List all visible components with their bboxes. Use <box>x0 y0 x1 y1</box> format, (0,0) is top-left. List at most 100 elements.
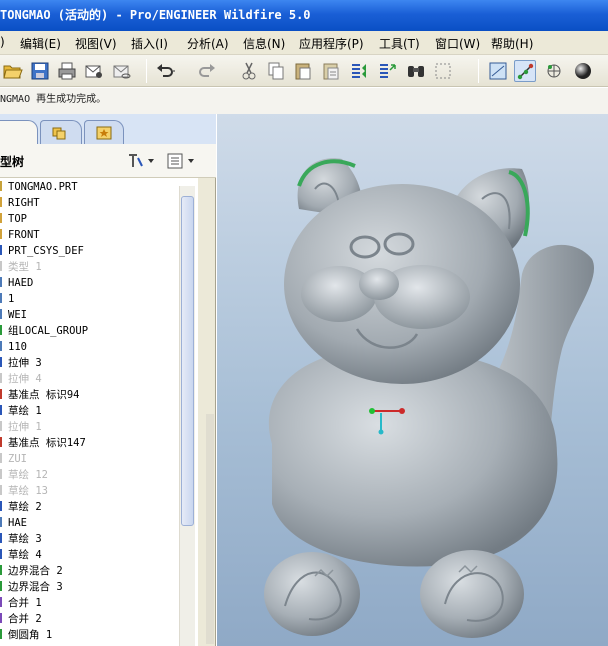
tree-row[interactable]: 基准点 标识147 <box>0 435 86 451</box>
csys-z-marker <box>378 429 384 435</box>
tree-row[interactable]: 草绘 4 <box>0 547 42 563</box>
tab-model-tree[interactable] <box>0 120 38 144</box>
message-text: NGMAO 再生成功完成。 <box>0 94 107 105</box>
undo-icon[interactable] <box>154 60 176 82</box>
redo-icon[interactable] <box>196 60 218 82</box>
tree-row[interactable]: RIGHT <box>0 195 40 211</box>
datum-point-toggle-icon[interactable] <box>543 60 565 82</box>
tree-scrollbar[interactable] <box>179 186 195 646</box>
cut-icon[interactable] <box>238 60 260 82</box>
tree-row[interactable]: 边界混合 2 <box>0 563 63 579</box>
tree-row[interactable]: FRONT <box>0 227 40 243</box>
menu-analysis[interactable]: 分析(A) <box>187 35 229 52</box>
menu-tools[interactable]: 工具(T) <box>379 35 420 52</box>
toolbar-separator <box>146 59 147 83</box>
tree-row[interactable]: 1 <box>0 291 14 307</box>
tree-row[interactable]: 倒圆角 1 <box>0 627 52 643</box>
tree-row[interactable]: 110 <box>0 339 27 355</box>
tree-row[interactable]: 合并 1 <box>0 595 42 611</box>
merge-icon <box>0 613 8 623</box>
paste-icon[interactable] <box>292 60 314 82</box>
tree-row-label: 拉伸 3 <box>8 357 42 369</box>
menu-file[interactable]: ) <box>0 35 5 49</box>
tree-row[interactable]: HAED <box>0 275 33 291</box>
tree-row-label: 基准点 标识147 <box>8 437 86 449</box>
navigator-splitter[interactable] <box>206 414 214 644</box>
select-box-icon[interactable] <box>432 60 454 82</box>
tree-row[interactable]: 草绘 1 <box>0 403 42 419</box>
tree-row-label: WEI <box>8 309 27 321</box>
tree-row-label: 拉伸 4 <box>8 373 42 385</box>
datum-point-icon <box>0 437 8 447</box>
tree-row[interactable]: 拉伸 4 <box>0 371 42 387</box>
tree-row[interactable]: PRT_CSYS_DEF <box>0 243 84 259</box>
tree-row[interactable]: 拉伸 1 <box>0 419 42 435</box>
graphics-viewport[interactable] <box>217 114 608 646</box>
extrude-icon <box>0 357 8 367</box>
feature-icon <box>0 309 8 319</box>
copy-icon[interactable] <box>265 60 287 82</box>
menu-help[interactable]: 帮助(H) <box>491 35 533 52</box>
tree-row[interactable]: TOP <box>0 211 27 227</box>
model-3d-view[interactable] <box>217 114 608 646</box>
tree-row-label: 倒圆角 1 <box>8 629 53 641</box>
sketch-icon <box>0 485 8 495</box>
menu-edit[interactable]: 编辑(E) <box>20 35 61 52</box>
find-icon[interactable] <box>405 60 427 82</box>
tree-row[interactable]: 边界混合 3 <box>0 579 63 595</box>
tree-settings-button[interactable] <box>126 152 156 170</box>
tree-row-label: 草绘 4 <box>8 549 42 561</box>
tree-row-label: 草绘 2 <box>8 501 42 513</box>
tree-row-label: 草绘 1 <box>8 405 42 417</box>
tree-row[interactable]: WEI <box>0 307 27 323</box>
favorites-icon <box>96 126 112 140</box>
print-icon[interactable] <box>56 60 78 82</box>
tree-row-label: 草绘 3 <box>8 533 42 545</box>
extrude-icon <box>0 373 8 383</box>
menu-window[interactable]: 窗口(W) <box>435 35 480 52</box>
tree-scrollbar-thumb[interactable] <box>181 196 194 526</box>
tab-favorites[interactable] <box>84 120 124 144</box>
feature-icon <box>0 261 8 271</box>
datum-axis-toggle-icon[interactable] <box>514 60 536 82</box>
tree-show-button[interactable] <box>166 152 198 170</box>
tree-row[interactable]: HAE <box>0 515 27 531</box>
feature-icon <box>0 453 8 463</box>
tree-row-label: TOP <box>8 213 27 225</box>
email-icon[interactable] <box>83 60 105 82</box>
tree-row[interactable]: 草绘 2 <box>0 499 42 515</box>
tree-row-label: 草绘 13 <box>8 485 48 497</box>
tree-row[interactable]: 草绘 3 <box>0 531 42 547</box>
tree-row[interactable]: 合并 2 <box>0 611 42 627</box>
tab-folder-browser[interactable] <box>40 120 82 144</box>
shading-icon[interactable] <box>572 60 594 82</box>
tree-row[interactable]: 类型 1 <box>0 259 42 275</box>
tree-row-label: 拉伸 1 <box>8 421 42 433</box>
open-icon[interactable] <box>2 60 24 82</box>
regenerate-icon[interactable] <box>348 60 370 82</box>
tree-row[interactable]: TONGMAO.PRT <box>0 179 78 195</box>
paste-special-icon[interactable] <box>320 60 342 82</box>
menu-view[interactable]: 视图(V) <box>75 35 117 52</box>
datum-plane-toggle-icon[interactable] <box>487 60 509 82</box>
menu-insert[interactable]: 插入(I) <box>131 35 168 52</box>
boundary-blend-icon <box>0 581 8 591</box>
tree-row[interactable]: 草绘 12 <box>0 467 48 483</box>
email-link-icon[interactable] <box>111 60 133 82</box>
tree-row[interactable]: 组LOCAL_GROUP <box>0 323 88 339</box>
menu-applications[interactable]: 应用程序(P) <box>299 35 364 52</box>
tree-row-label: TONGMAO.PRT <box>8 181 78 193</box>
menu-info[interactable]: 信息(N) <box>243 35 285 52</box>
tree-row-label: 1 <box>8 293 15 305</box>
sketch-icon <box>0 549 8 559</box>
sketch-icon <box>0 405 8 415</box>
tree-row[interactable]: ZUI <box>0 451 27 467</box>
tree-row[interactable]: 基准点 标识94 <box>0 387 79 403</box>
tree-row[interactable]: 草绘 13 <box>0 483 48 499</box>
tree-row[interactable]: 拉伸 3 <box>0 355 42 371</box>
save-icon[interactable] <box>29 60 51 82</box>
sketch-icon <box>0 469 8 479</box>
datum-point-icon <box>0 389 8 399</box>
regenerate-manager-icon[interactable] <box>376 60 398 82</box>
toolbar <box>0 55 608 87</box>
